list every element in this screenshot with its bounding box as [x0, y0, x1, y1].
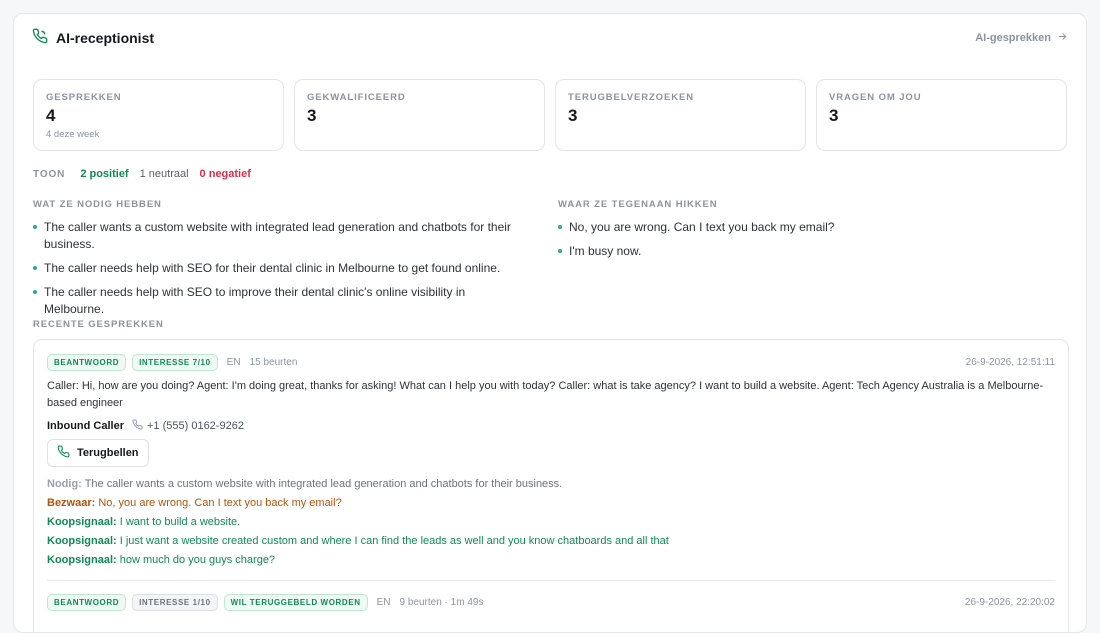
objection-text: I'm busy now. — [569, 244, 642, 258]
bullet-dot — [33, 225, 37, 229]
objection-value: No, you are wrong. Can I text you back m… — [98, 497, 342, 509]
stat-value: 3 — [307, 106, 317, 125]
stat-label: TERUGBELVERZOEKEN — [568, 92, 694, 103]
tone-label: TOON — [33, 169, 66, 180]
recent-conversations-heading: RECENTE GESPREKKEN — [33, 319, 164, 330]
panel-header: AI-receptionist AI-gesprekken — [32, 28, 1068, 48]
interest-badge: INTERESSE 7/10 — [132, 353, 218, 371]
stat-value: 3 — [568, 106, 578, 125]
conversation-item[interactable]: BEANTWOORD INTERESSE 7/10 EN 15 beurten … — [34, 340, 1068, 581]
buy-signal-key: Koopsignaal: — [47, 516, 117, 528]
caller-name: Inbound Caller — [47, 420, 124, 432]
bullet-dot — [33, 266, 37, 270]
need-text: The caller wants a custom website with i… — [44, 220, 511, 251]
stat-value: 4 — [46, 106, 56, 125]
buy-signal-line: Koopsignaal: how much do you guys charge… — [47, 551, 1055, 570]
list-item: The caller needs help with SEO for their… — [33, 260, 523, 277]
need-line: Nodig: The caller wants a custom website… — [47, 475, 1055, 494]
stat-label: VRAGEN OM JOU — [829, 92, 922, 103]
objections-heading: WAAR ZE TEGENAAN HIKKEN — [558, 199, 718, 210]
objections-section: WAAR ZE TEGENAAN HIKKEN No, you are wron… — [558, 199, 1058, 267]
need-text: The caller needs help with SEO for their… — [44, 261, 501, 275]
status-badge: BEANTWOORD — [47, 353, 127, 371]
stat-card-callback-requests: TERUGBELVERZOEKEN 3 — [555, 79, 806, 151]
buy-signal-line: Koopsignaal: I just want a website creat… — [47, 532, 1055, 551]
page-title: AI-receptionist — [56, 30, 155, 46]
phone-icon — [57, 445, 70, 461]
objection-text: No, you are wrong. Can I text you back m… — [569, 220, 835, 234]
tone-positive: 2 positief — [80, 168, 129, 180]
transcript-snippet: Caller: Hi, how are you doing? Agent: I'… — [47, 380, 1044, 409]
needs-list: The caller wants a custom website with i… — [33, 219, 523, 318]
objection-key: Bezwaar: — [47, 497, 96, 509]
ai-conversations-link[interactable]: AI-gesprekken — [975, 31, 1068, 45]
conversation-meta-row: BEANTWOORD INTERESSE 7/10 EN 15 beurten … — [47, 353, 1055, 371]
caller-phone-number: +1 (555) 0162-9262 — [147, 420, 244, 432]
list-item: I'm busy now. — [558, 243, 1058, 260]
buy-signal-line: Koopsignaal: I want to build a website. — [47, 513, 1055, 532]
ai-receptionist-panel: AI-receptionist AI-gesprekken GESPREKKEN… — [13, 13, 1087, 633]
turns-count: 15 beurten — [249, 356, 298, 368]
list-item: The caller wants a custom website with i… — [33, 219, 523, 253]
status-badge: BEANTWOORD — [47, 593, 127, 611]
stats-row: GESPREKKEN 4 4 deze week GEKWALIFICEERD … — [33, 79, 1067, 151]
turns-count: 9 beurten · 1m 49s — [399, 596, 484, 608]
needs-section: WAT ZE NODIG HEBBEN The caller wants a c… — [33, 199, 523, 325]
needs-heading: WAT ZE NODIG HEBBEN — [33, 199, 162, 210]
language-label: EN — [376, 596, 391, 608]
ai-conversations-link-label: AI-gesprekken — [975, 32, 1051, 44]
need-value: The caller wants a custom website with i… — [84, 478, 563, 490]
conversation-insights: Nodig: The caller wants a custom website… — [47, 475, 1055, 570]
arrow-right-icon — [1057, 31, 1068, 45]
tone-negative: 0 negatief — [199, 168, 251, 180]
callback-label: Terugbellen — [77, 447, 139, 459]
stat-card-conversations: GESPREKKEN 4 4 deze week — [33, 79, 284, 151]
timestamp: 26-9-2026, 22:20:02 — [964, 596, 1055, 608]
stat-card-qualified: GEKWALIFICEERD 3 — [294, 79, 545, 151]
list-item: No, you are wrong. Can I text you back m… — [558, 219, 1058, 236]
bullet-dot — [558, 249, 562, 253]
stat-label: GEKWALIFICEERD — [307, 92, 406, 103]
buy-signal-value: I want to build a website. — [119, 516, 241, 528]
timestamp: 26-9-2026, 12:51:11 — [965, 356, 1055, 368]
stat-sub: 4 deze week — [46, 129, 100, 140]
bullet-dot — [558, 225, 562, 229]
need-text: The caller needs help with SEO to improv… — [44, 285, 466, 316]
title-wrap: AI-receptionist — [32, 28, 154, 49]
list-item: The caller needs help with SEO to improv… — [33, 284, 523, 318]
caller-info: Inbound Caller +1 (555) 0162-9262 — [47, 419, 1055, 433]
bullet-dot — [33, 290, 37, 294]
buy-signal-value: I just want a website created custom and… — [119, 535, 669, 547]
recent-conversations-list: BEANTWOORD INTERESSE 7/10 EN 15 beurten … — [33, 339, 1069, 632]
stat-value: 3 — [829, 106, 839, 125]
tone-summary: TOON 2 positief 1 neutraal 0 negatief — [33, 168, 251, 180]
buy-signal-key: Koopsignaal: — [47, 535, 117, 547]
objections-list: No, you are wrong. Can I text you back m… — [558, 219, 1058, 260]
phone-icon — [32, 28, 48, 49]
phone-icon — [132, 419, 143, 433]
stat-label: GESPREKKEN — [46, 92, 122, 103]
need-key: Nodig: — [47, 478, 82, 490]
buy-signal-key: Koopsignaal: — [47, 554, 117, 566]
conversation-item[interactable]: BEANTWOORD INTERESSE 1/10 WIL TERUGGEBEL… — [34, 581, 1068, 611]
objection-line: Bezwaar: No, you are wrong. Can I text y… — [47, 494, 1055, 513]
stat-card-questions-for-you: VRAGEN OM JOU 3 — [816, 79, 1067, 151]
callback-button[interactable]: Terugbellen — [47, 439, 149, 467]
language-label: EN — [226, 356, 241, 368]
caller-phone: +1 (555) 0162-9262 — [132, 419, 244, 433]
tone-neutral: 1 neutraal — [139, 168, 189, 180]
buy-signal-value: how much do you guys charge? — [119, 554, 276, 566]
conversation-meta-row: BEANTWOORD INTERESSE 1/10 WIL TERUGGEBEL… — [47, 593, 1055, 611]
interest-badge: INTERESSE 1/10 — [132, 593, 218, 611]
callback-wanted-badge: WIL TERUGGEBELD WORDEN — [223, 593, 368, 611]
